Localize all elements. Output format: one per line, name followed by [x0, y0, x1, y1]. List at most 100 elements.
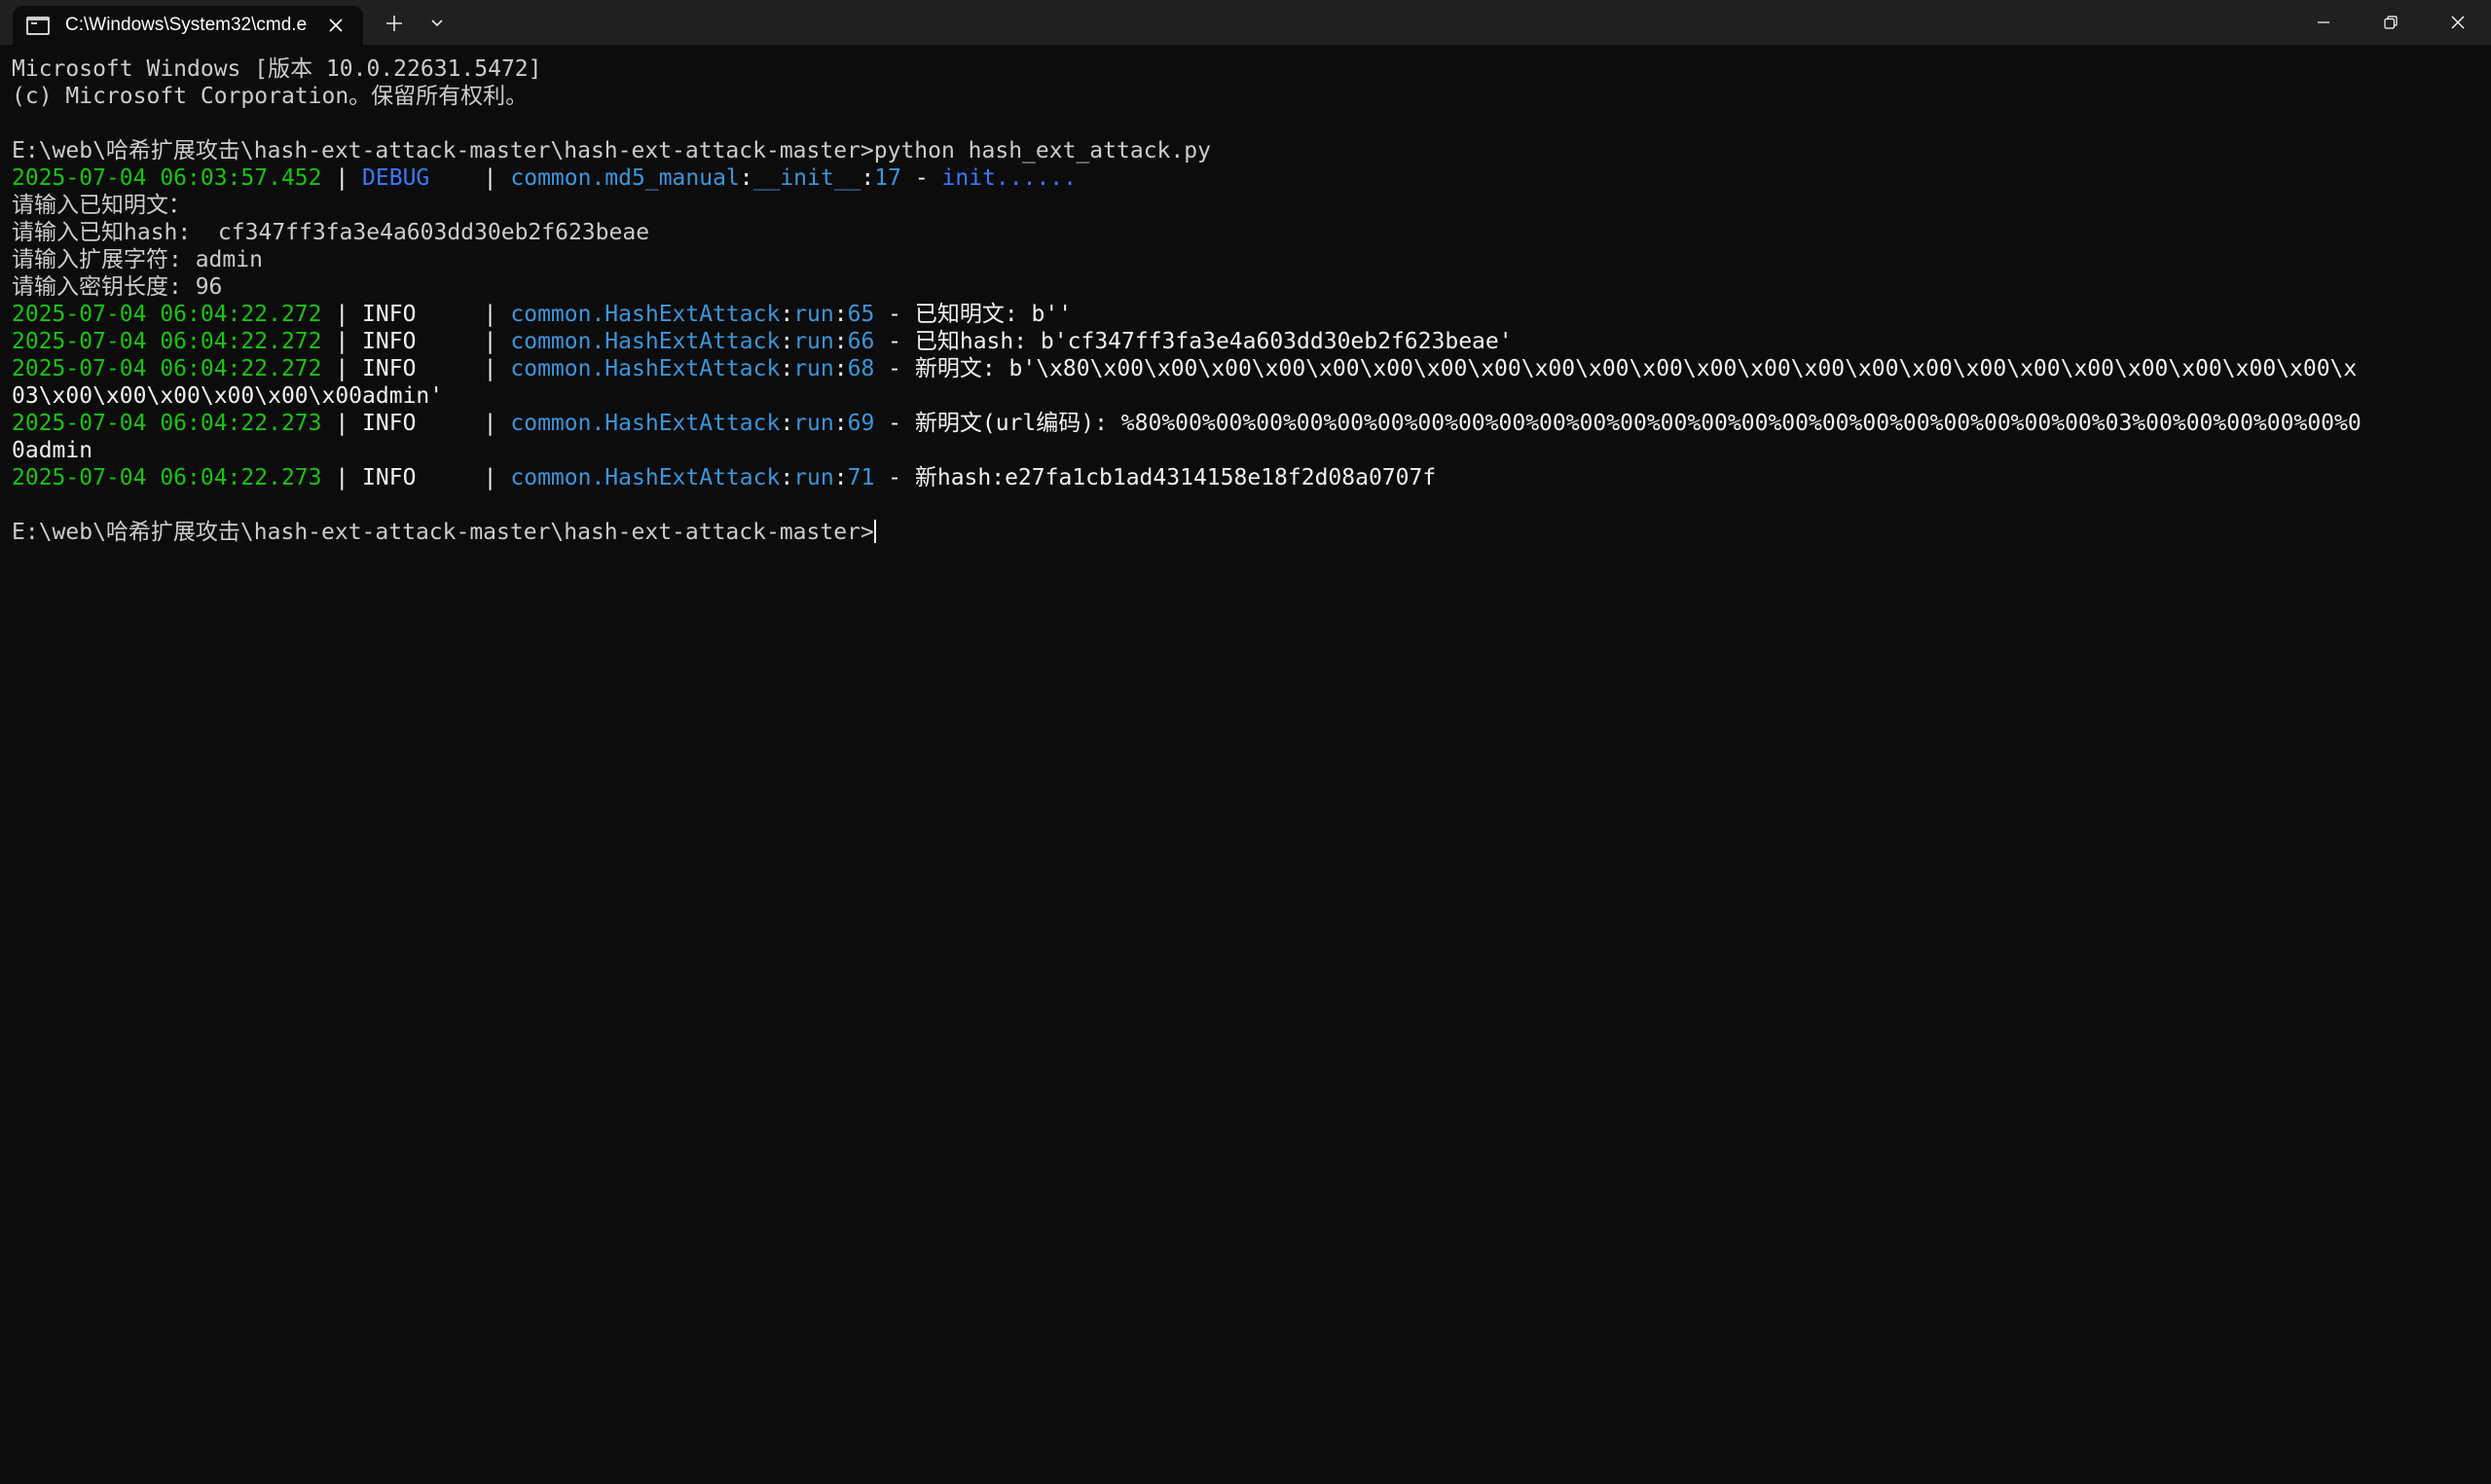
log-colon: : — [780, 356, 794, 381]
log-separator: | — [321, 329, 363, 354]
log-dash: - — [874, 329, 915, 354]
log-colon: : — [739, 165, 753, 191]
log-func: run — [793, 302, 834, 327]
log-message: 已知hash: b'cf347ff3fa3e4a603dd30eb2f623be… — [914, 329, 1513, 354]
tab-close-icon[interactable] — [322, 12, 349, 39]
log-dash: - — [874, 356, 915, 381]
log-colon: : — [780, 329, 794, 354]
log-line-info: 2025-07-04 06:04:22.272 | INFO | common.… — [12, 328, 2491, 355]
log-module: common.HashExtAttack — [510, 329, 781, 354]
log-timestamp: 2025-07-04 06:03:57.452 — [12, 165, 322, 191]
log-separator: | — [469, 411, 511, 436]
log-lineno: 66 — [847, 329, 875, 354]
log-dash: - — [874, 465, 915, 490]
log-message: 新hash:e27fa1cb1ad4314158e18f2d08a0707f — [914, 465, 1437, 490]
log-separator: | — [469, 165, 511, 191]
log-line-info: 2025-07-04 06:04:22.273 | INFO | common.… — [12, 410, 2491, 437]
log-line-wrap: 03\x00\x00\x00\x00\x00\x00admin' — [12, 383, 444, 409]
log-separator: | — [469, 302, 511, 327]
log-level: INFO — [362, 411, 470, 436]
terminal-output[interactable]: Microsoft Windows [版本 10.0.22631.5472] (… — [0, 45, 2491, 1484]
log-timestamp: 2025-07-04 06:04:22.272 — [12, 329, 322, 354]
log-message: 已知明文: b'' — [914, 302, 1073, 327]
input-prompt: 请输入已知hash: cf347ff3fa3e4a603dd30eb2f623b… — [12, 220, 650, 245]
log-func: run — [793, 465, 834, 490]
plus-icon — [386, 16, 402, 31]
log-message: 新明文: b'\x80\x00\x00\x00\x00\x00\x00\x00\… — [914, 356, 2358, 381]
tab-cmd[interactable]: C:\Windows\System32\cmd.e — [13, 6, 363, 45]
log-module: common.md5_manual — [510, 165, 740, 191]
terminal-icon — [26, 16, 50, 35]
log-message: 新明文(url编码): %80%00%00%00%00%00%00%00%00%… — [914, 411, 2362, 436]
prompt-path: E:\web\哈希扩展攻击\hash-ext-attack-master\has… — [12, 520, 874, 545]
input-prompt: 请输入扩展字符: admin — [12, 247, 263, 272]
log-colon: : — [833, 411, 848, 436]
log-line-info: 2025-07-04 06:04:22.272 | INFO | common.… — [12, 355, 2491, 382]
log-module: common.HashExtAttack — [510, 411, 781, 436]
text-cursor — [873, 520, 876, 543]
log-dash: - — [900, 165, 942, 191]
chevron-down-icon — [431, 19, 443, 27]
log-module: common.HashExtAttack — [510, 356, 781, 381]
log-level: INFO — [362, 356, 470, 381]
log-colon: : — [833, 302, 848, 327]
command-line: E:\web\哈希扩展攻击\hash-ext-attack-master\has… — [12, 137, 2491, 164]
input-prompt: 请输入已知明文： — [12, 193, 191, 218]
minimize-button[interactable] — [2290, 0, 2357, 45]
log-separator: | — [469, 465, 511, 490]
tab-title: C:\Windows\System32\cmd.e — [65, 15, 308, 35]
restore-button[interactable] — [2357, 0, 2424, 45]
minimize-icon — [2317, 21, 2329, 23]
log-lineno: 17 — [874, 165, 901, 191]
prompt-line[interactable]: E:\web\哈希扩展攻击\hash-ext-attack-master\has… — [12, 519, 2491, 546]
title-bar: C:\Windows\System32\cmd.e — [0, 0, 2491, 45]
log-colon: : — [780, 411, 794, 436]
log-colon: : — [833, 356, 848, 381]
restore-icon — [2383, 16, 2398, 29]
log-timestamp: 2025-07-04 06:04:22.273 — [12, 465, 322, 490]
log-func: run — [793, 411, 834, 436]
prompt-path: E:\web\哈希扩展攻击\hash-ext-attack-master\has… — [12, 138, 874, 163]
log-separator: | — [469, 329, 511, 354]
tab-dropdown-button[interactable] — [418, 4, 457, 43]
close-icon — [2451, 16, 2464, 29]
close-icon — [329, 18, 343, 32]
log-level: INFO — [362, 465, 470, 490]
log-colon: : — [833, 465, 848, 490]
command-text: python hash_ext_attack.py — [873, 138, 1211, 163]
log-level: INFO — [362, 329, 470, 354]
log-lineno: 69 — [847, 411, 875, 436]
log-lineno: 71 — [847, 465, 875, 490]
log-colon: : — [780, 465, 794, 490]
close-window-button[interactable] — [2424, 0, 2491, 45]
log-dash: - — [874, 411, 915, 436]
log-level: DEBUG — [362, 165, 470, 191]
log-line-wrap: 0admin — [12, 438, 93, 463]
banner-line: Microsoft Windows [版本 10.0.22631.5472] — [12, 56, 542, 82]
log-module: common.HashExtAttack — [510, 465, 781, 490]
log-line-debug: 2025-07-04 06:03:57.452 | DEBUG | common… — [12, 164, 2491, 192]
log-message: init...... — [941, 165, 1078, 191]
log-separator: | — [321, 165, 363, 191]
log-lineno: 68 — [847, 356, 875, 381]
window-controls — [2290, 0, 2491, 45]
new-tab-button[interactable] — [371, 4, 418, 43]
log-line-info: 2025-07-04 06:04:22.272 | INFO | common.… — [12, 301, 2491, 328]
log-func: run — [793, 356, 834, 381]
log-func: __init__ — [752, 165, 861, 191]
log-module: common.HashExtAttack — [510, 302, 781, 327]
log-timestamp: 2025-07-04 06:04:22.272 — [12, 302, 322, 327]
log-lineno: 65 — [847, 302, 875, 327]
log-timestamp: 2025-07-04 06:04:22.272 — [12, 356, 322, 381]
log-colon: : — [780, 302, 794, 327]
log-line-info: 2025-07-04 06:04:22.273 | INFO | common.… — [12, 464, 2491, 491]
log-colon: : — [833, 329, 848, 354]
log-separator: | — [321, 465, 363, 490]
log-colon: : — [861, 165, 875, 191]
log-separator: | — [321, 411, 363, 436]
copyright-line: (c) Microsoft Corporation。保留所有权利。 — [12, 84, 529, 109]
log-separator: | — [321, 302, 363, 327]
log-level: INFO — [362, 302, 470, 327]
